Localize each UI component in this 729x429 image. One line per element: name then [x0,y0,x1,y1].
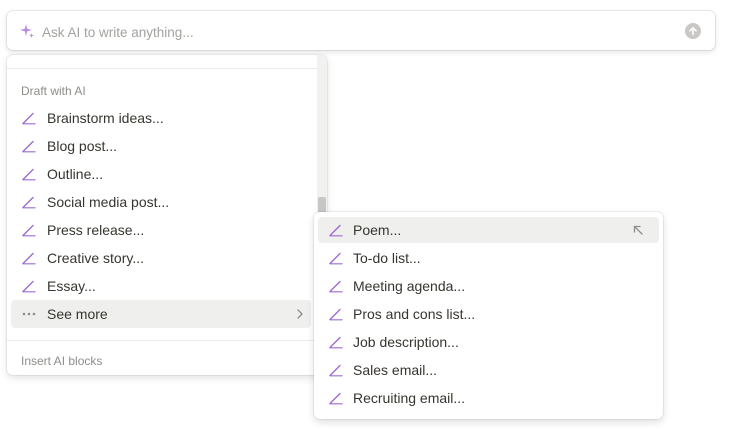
submenu-item-label: Sales email... [353,362,438,378]
menu-item-outline[interactable]: Outline... [11,160,311,188]
pen-icon [21,111,37,125]
see-more-submenu: Poem... To-do list... Meeting agenda... … [314,212,663,419]
pen-icon [328,251,344,265]
divider [7,68,317,69]
ai-sparkle-icon [19,23,35,39]
submenu-item-label: Meeting agenda... [353,278,466,294]
submenu-item-todo-list[interactable]: To-do list... [318,245,659,271]
pen-icon [21,251,37,265]
menu-item-label: See more [47,306,108,322]
menu-item-label: Blog post... [47,138,118,154]
menu-item-social-media-post[interactable]: Social media post... [11,188,311,216]
pen-icon [328,279,344,293]
submenu-item-pros-cons[interactable]: Pros and cons list... [318,301,659,327]
menu-item-creative-story[interactable]: Creative story... [11,244,311,272]
submenu-item-label: Recruiting email... [353,390,466,406]
submit-button[interactable] [685,23,701,39]
submenu-item-label: To-do list... [353,250,421,266]
ai-prompt-bar [7,11,715,50]
chevron-right-icon [295,307,305,321]
pen-icon [328,363,344,377]
menu-item-see-more[interactable]: See more [11,300,311,328]
menu-item-label: Brainstorm ideas... [47,110,164,126]
pen-icon [328,335,344,349]
section-title-ai-blocks: Insert AI blocks [21,354,103,368]
menu-item-label: Social media post... [47,194,170,210]
submenu-item-job-description[interactable]: Job description... [318,329,659,355]
menu-item-label: Press release... [47,222,145,238]
pen-icon [21,167,37,181]
submenu-item-sales-email[interactable]: Sales email... [318,357,659,383]
submenu-item-label: Job description... [353,334,459,350]
pen-icon [21,223,37,237]
pen-icon [21,139,37,153]
submenu-item-recruiting-email[interactable]: Recruiting email... [318,385,659,411]
menu-item-blog-post[interactable]: Blog post... [11,132,311,160]
pen-icon [328,307,344,321]
section-title-draft: Draft with AI [21,84,86,98]
pen-icon [328,223,344,237]
pen-icon [328,391,344,405]
submenu-item-label: Pros and cons list... [353,306,476,322]
ai-command-menu: Draft with AI Brainstorm ideas... Blog p… [7,55,327,375]
menu-item-label: Essay... [47,278,96,294]
menu-item-brainstorm[interactable]: Brainstorm ideas... [11,104,311,132]
divider [7,340,317,341]
submenu-item-label: Poem... [353,222,402,238]
more-dots-icon [21,307,37,321]
submenu-item-poem[interactable]: Poem... [318,217,659,243]
menu-item-essay[interactable]: Essay... [11,272,311,300]
pen-icon [21,279,37,293]
menu-item-label: Creative story... [47,250,144,266]
submenu-item-meeting-agenda[interactable]: Meeting agenda... [318,273,659,299]
arrow-up-left-icon [631,223,645,237]
ai-prompt-input[interactable] [40,20,644,44]
arrow-up-icon [689,27,697,36]
menu-item-press-release[interactable]: Press release... [11,216,311,244]
menu-item-label: Outline... [47,166,104,182]
pen-icon [21,195,37,209]
